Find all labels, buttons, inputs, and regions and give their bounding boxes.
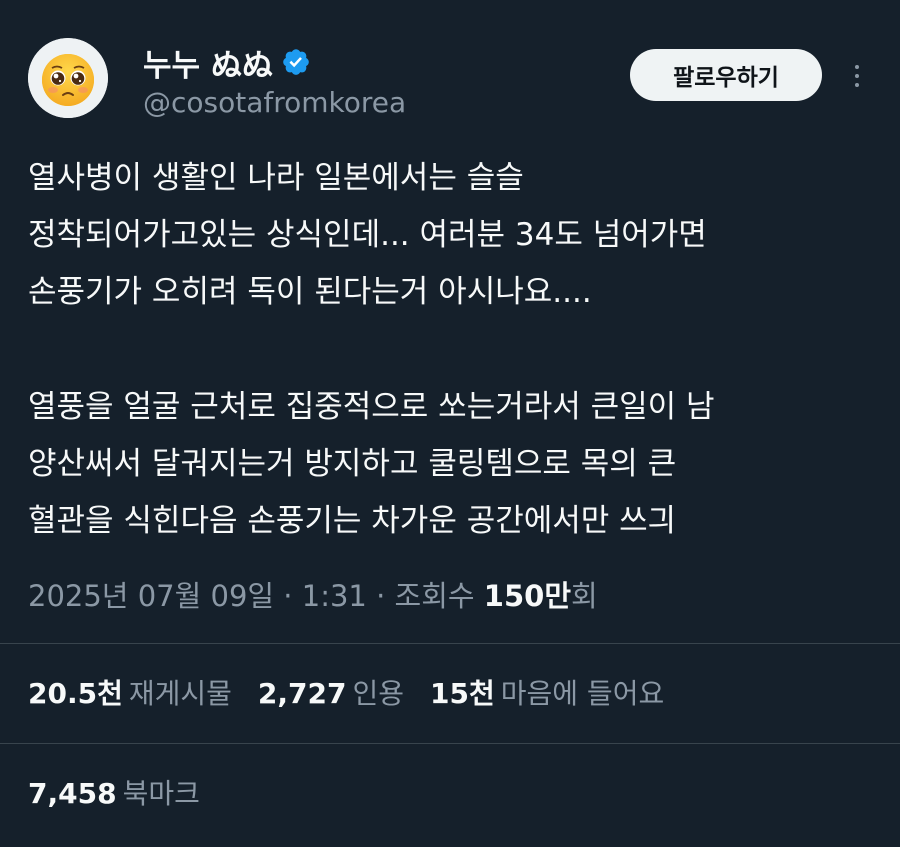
- likes-label: 마음에 들어요: [500, 677, 665, 710]
- likes-count: 15천: [430, 677, 495, 710]
- tweet-meta: 2025년 07월 09일 · 1:31 · 조회수 150만회: [28, 573, 598, 615]
- tweet-text-line: 열사병이 생활인 나라 일본에서는 슬슬: [28, 160, 524, 196]
- display-name[interactable]: 누누 ぬぬ: [143, 40, 273, 85]
- meta-separator: ·: [366, 579, 395, 613]
- tweet-detail: 누누 ぬぬ @cosotafromkorea 팔로우하기 열사병이 생활인 나라…: [0, 0, 900, 847]
- reposts-label: 재게시물: [128, 677, 232, 710]
- author-handle[interactable]: @cosotafromkorea: [143, 86, 406, 119]
- divider: [0, 743, 900, 744]
- quotes-stat[interactable]: 2,727 인용: [258, 672, 404, 712]
- tweet-text-blank-line: [28, 321, 878, 379]
- quotes-count: 2,727: [257, 677, 347, 710]
- bookmarks-count: 7,458: [28, 777, 117, 810]
- views-label: 조회수: [394, 579, 475, 613]
- engagement-stats: 20.5천 재게시물 2,727 인용 15천 마음에 들어요: [28, 672, 664, 712]
- divider: [0, 643, 900, 644]
- reposts-count: 20.5천: [28, 677, 123, 710]
- more-dot: [855, 65, 859, 69]
- views-count[interactable]: 150만: [484, 579, 571, 613]
- follow-button[interactable]: 팔로우하기: [630, 49, 822, 101]
- quotes-label: 인용: [352, 677, 405, 710]
- more-dot: [855, 83, 859, 87]
- post-time[interactable]: 1:31: [302, 579, 367, 613]
- tweet-text: 열사병이 생활인 나라 일본에서는 슬슬 정착되어가고있는 상식인데... 여러…: [28, 150, 878, 550]
- views-suffix: 회: [571, 579, 598, 613]
- avatar[interactable]: [28, 38, 108, 118]
- tweet-text-line: 양산써서 달궈지는거 방지하고 쿨링템으로 목의 큰: [28, 446, 677, 482]
- more-options-icon[interactable]: [846, 58, 868, 94]
- bookmark-stats: 7,458 북마크: [28, 772, 200, 812]
- tweet-header: 누누 ぬぬ @cosotafromkorea 팔로우하기: [28, 38, 878, 119]
- meta-separator: ·: [274, 579, 302, 613]
- more-dot: [855, 74, 859, 78]
- pleading-face-emoji-icon: [28, 38, 108, 118]
- tweet-text-line: 열풍을 얼굴 근처로 집중적으로 쏘는거라서 큰일이 남: [28, 389, 715, 425]
- tweet-text-line: 정착되어가고있는 상식인데... 여러분 34도 넘어가면: [28, 217, 707, 253]
- bookmarks-label: 북마크: [122, 777, 200, 810]
- author-name-row: 누누 ぬぬ: [143, 40, 311, 85]
- reposts-stat[interactable]: 20.5천 재게시물: [28, 672, 232, 712]
- verified-badge-icon: [283, 49, 309, 75]
- bookmarks-stat[interactable]: 7,458 북마크: [28, 777, 200, 810]
- post-date[interactable]: 2025년 07월 09일: [28, 579, 274, 613]
- tweet-text-line: 혈관을 식힌다음 손풍기는 차가운 공간에서만 쓰긔: [28, 503, 677, 539]
- tweet-text-line: 손풍기가 오히려 독이 된다는거 아시나요....: [28, 274, 592, 310]
- likes-stat[interactable]: 15천 마음에 들어요: [430, 672, 664, 712]
